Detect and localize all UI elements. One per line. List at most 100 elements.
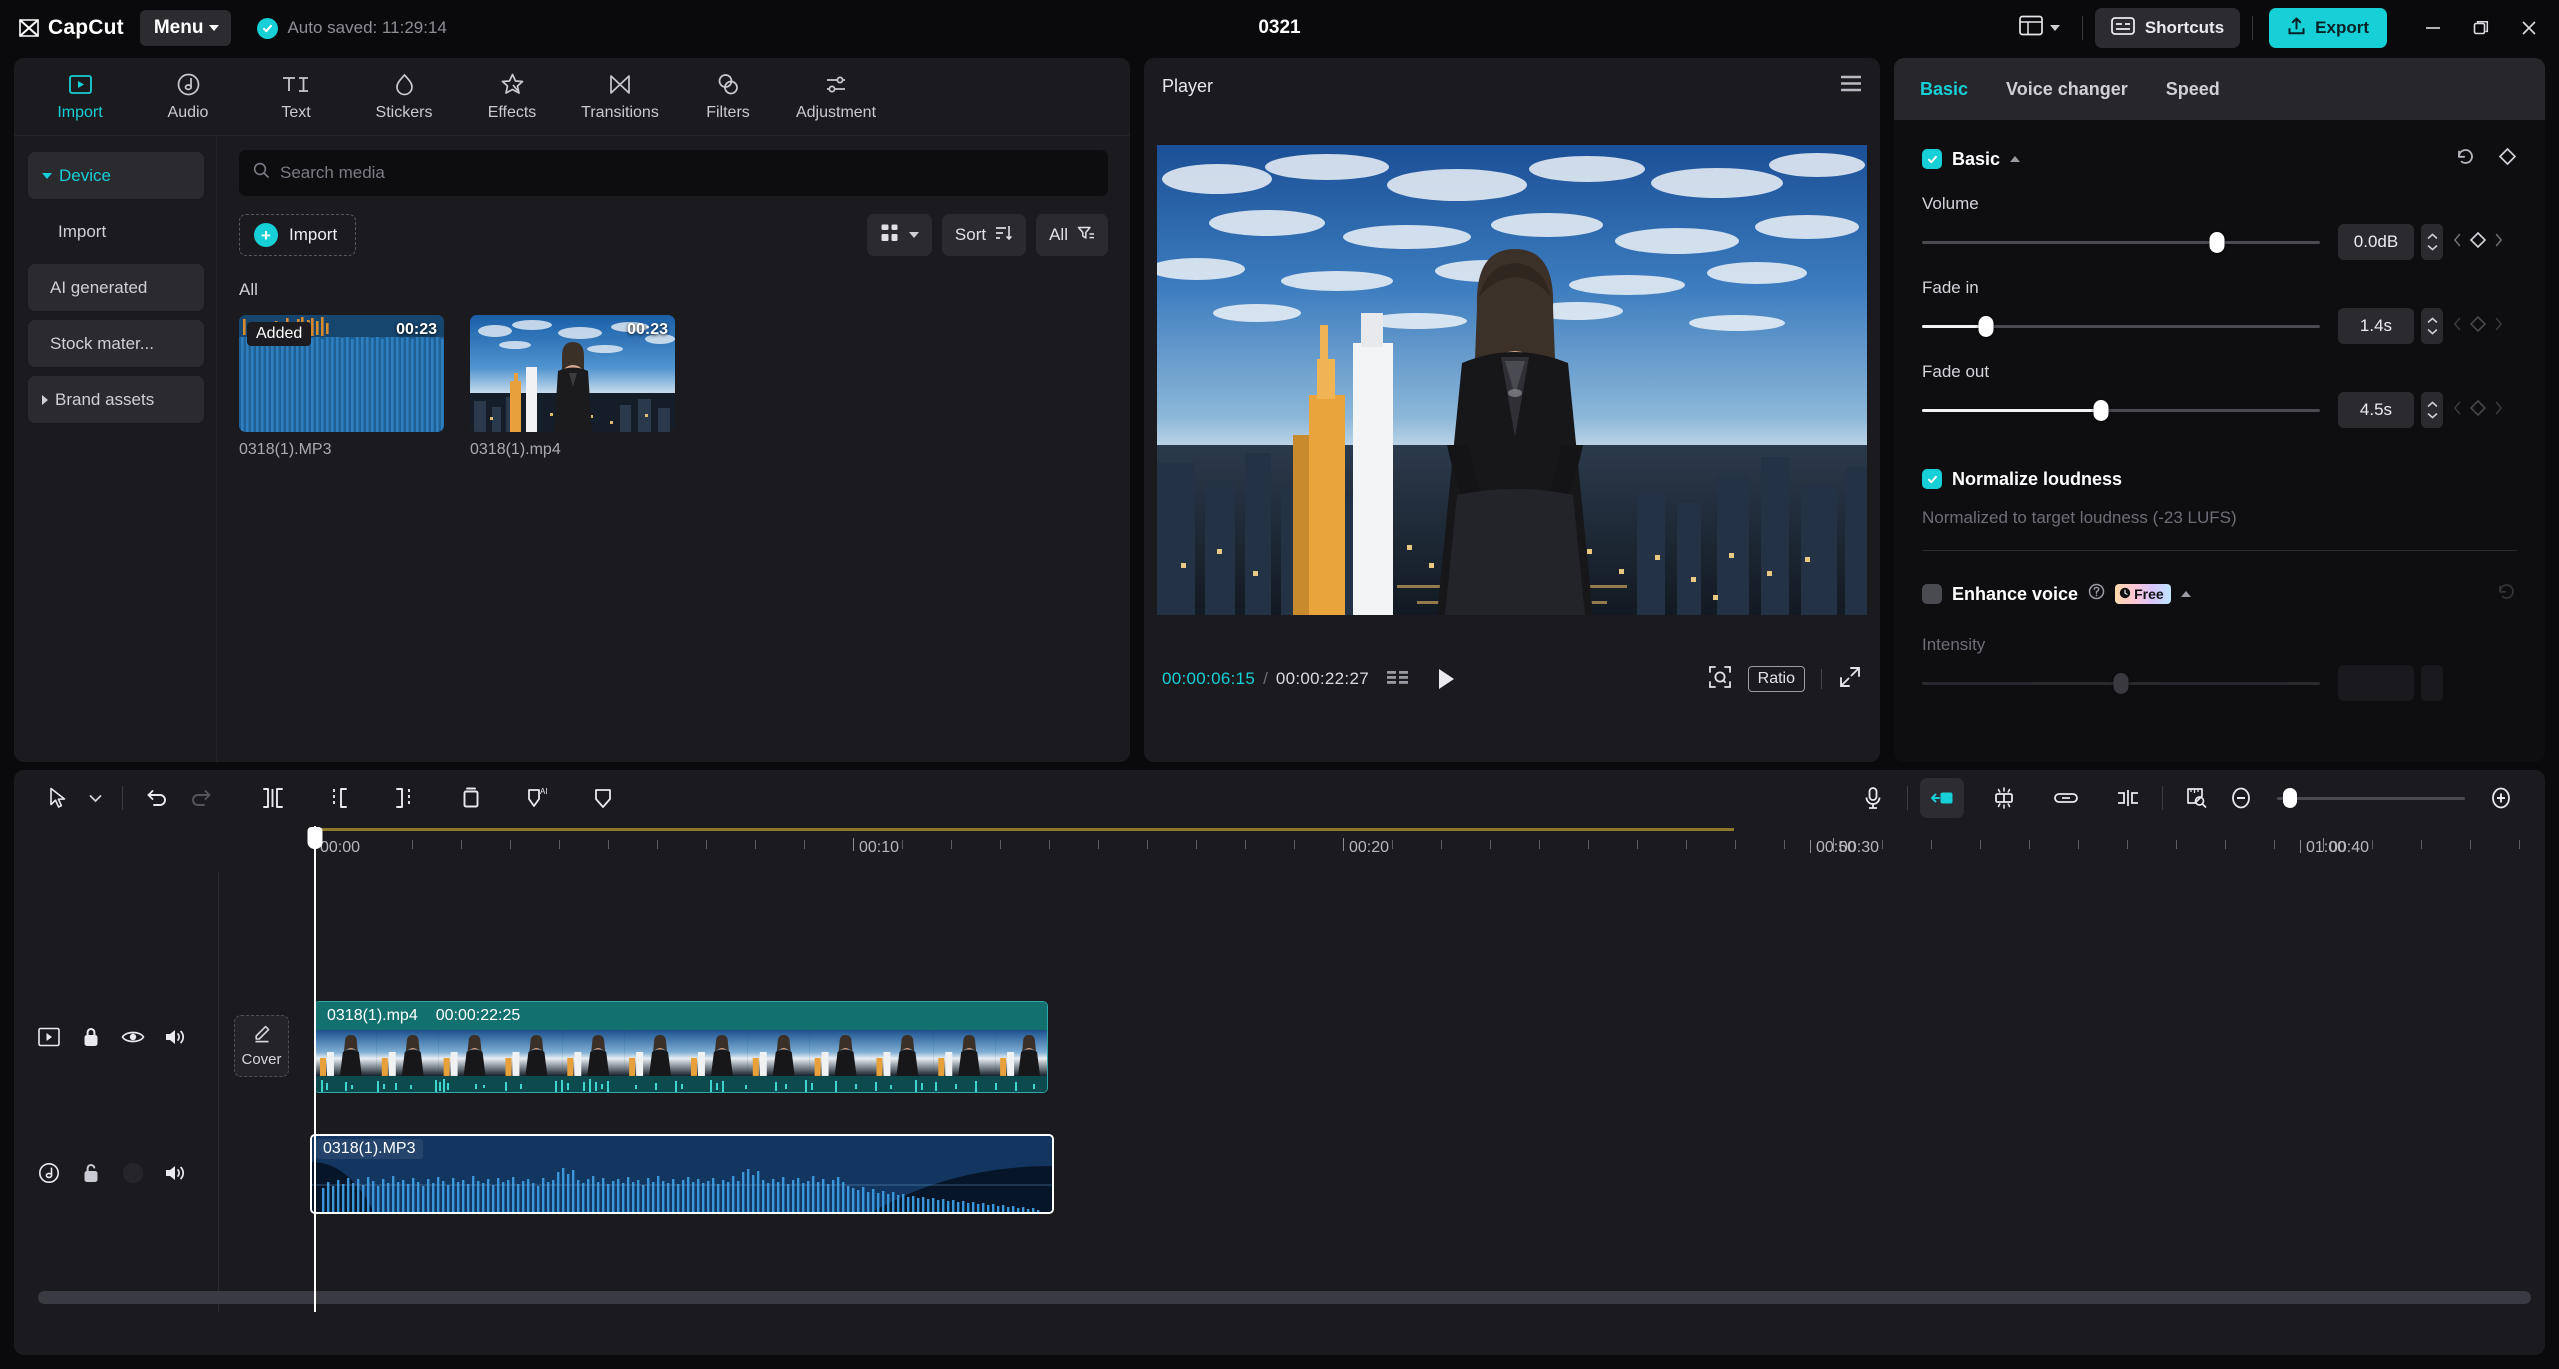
chevron-down-icon[interactable] bbox=[80, 778, 110, 818]
fade-out-slider[interactable] bbox=[1922, 399, 2320, 421]
sidebar-item-stock-materials[interactable]: Stock mater... bbox=[28, 320, 204, 367]
speaker-icon[interactable] bbox=[162, 1160, 188, 1186]
keyframe-next-icon[interactable] bbox=[2494, 401, 2503, 420]
speaker-icon[interactable] bbox=[162, 1024, 188, 1050]
undo-icon[interactable] bbox=[135, 778, 179, 818]
intensity-stepper[interactable] bbox=[2421, 665, 2443, 701]
timeline-clip-video[interactable]: 0318(1).mp4 00:00:22:25 bbox=[314, 1001, 1048, 1093]
tab-stickers[interactable]: Stickers bbox=[352, 64, 456, 130]
play-button[interactable] bbox=[1437, 668, 1456, 690]
fade-in-stepper[interactable] bbox=[2421, 308, 2443, 344]
grid-view-button[interactable] bbox=[866, 214, 932, 256]
chevron-up-icon[interactable] bbox=[2010, 156, 2021, 162]
keyframe-next-icon[interactable] bbox=[2494, 317, 2503, 336]
tab-effects[interactable]: Effects bbox=[460, 64, 564, 130]
import-media-button[interactable]: + Import bbox=[239, 214, 357, 256]
lock-icon[interactable] bbox=[78, 1160, 104, 1186]
sort-button[interactable]: Sort bbox=[941, 214, 1027, 256]
reset-icon[interactable] bbox=[2496, 581, 2517, 607]
timeline-horizontal-scrollbar[interactable] bbox=[38, 1291, 2531, 1304]
fade-in-value-input[interactable]: 1.4s bbox=[2338, 308, 2414, 344]
keyframe-diamond-icon[interactable] bbox=[2469, 315, 2487, 338]
redo-icon[interactable] bbox=[179, 778, 223, 818]
filter-button[interactable]: All bbox=[1036, 214, 1108, 256]
tab-filters[interactable]: Filters bbox=[676, 64, 780, 130]
split-icon[interactable] bbox=[251, 778, 295, 818]
ruler-zoom-icon[interactable] bbox=[2175, 778, 2219, 818]
tab-import[interactable]: Import bbox=[28, 64, 132, 130]
layout-switcher-button[interactable] bbox=[2009, 9, 2070, 47]
timeline-zoom-slider[interactable] bbox=[2277, 788, 2465, 808]
export-button[interactable]: Export bbox=[2269, 8, 2387, 48]
tab-basic[interactable]: Basic bbox=[1920, 79, 1968, 100]
sidebar-item-import[interactable]: Import bbox=[28, 208, 204, 255]
microphone-icon[interactable] bbox=[1851, 778, 1895, 818]
delete-trash-icon[interactable] bbox=[449, 778, 493, 818]
shortcuts-button[interactable]: Shortcuts bbox=[2094, 8, 2241, 48]
ai-mask-icon[interactable]: AI bbox=[515, 778, 559, 818]
ratio-button[interactable]: Ratio bbox=[1747, 666, 1805, 692]
chevron-up-icon[interactable] bbox=[2180, 591, 2191, 597]
split-marker-icon[interactable] bbox=[2106, 778, 2150, 818]
fade-in-slider[interactable] bbox=[1922, 315, 2320, 337]
tab-speed[interactable]: Speed bbox=[2166, 79, 2220, 100]
keyframe-next-icon[interactable] bbox=[2494, 233, 2503, 252]
trim-right-icon[interactable] bbox=[383, 778, 427, 818]
select-pointer-icon[interactable] bbox=[36, 778, 80, 818]
restore-button[interactable] bbox=[2457, 8, 2505, 48]
basic-enable-checkbox[interactable] bbox=[1922, 149, 1942, 169]
playhead-line[interactable] bbox=[314, 826, 316, 1312]
mask-icon[interactable] bbox=[581, 778, 625, 818]
search-input[interactable]: Search media bbox=[239, 150, 1108, 196]
tab-transitions[interactable]: Transitions bbox=[568, 64, 672, 130]
zoom-in-icon[interactable] bbox=[2479, 778, 2523, 818]
audio-note-icon[interactable] bbox=[36, 1160, 62, 1186]
enhance-voice-checkbox[interactable] bbox=[1922, 584, 1942, 604]
keyframe-prev-icon[interactable] bbox=[2453, 233, 2462, 252]
slider-knob[interactable] bbox=[2209, 231, 2225, 253]
track-preview-icon[interactable] bbox=[36, 1024, 62, 1050]
link-icon[interactable] bbox=[2044, 778, 2088, 818]
tab-audio[interactable]: Audio bbox=[136, 64, 240, 130]
keyframe-diamond-icon[interactable] bbox=[2469, 231, 2487, 254]
help-icon[interactable] bbox=[2088, 583, 2105, 605]
volume-stepper[interactable] bbox=[2421, 224, 2443, 260]
intensity-value-input[interactable] bbox=[2338, 665, 2414, 701]
media-item-video[interactable]: 00:23 0318(1).mp4 bbox=[470, 315, 675, 459]
player-current-time[interactable]: 00:00:06:15 bbox=[1162, 669, 1255, 689]
auto-adjust-icon[interactable] bbox=[1982, 778, 2026, 818]
eye-icon[interactable] bbox=[120, 1024, 146, 1050]
fullscreen-icon[interactable] bbox=[1838, 665, 1862, 694]
sidebar-item-device[interactable]: Device bbox=[28, 152, 204, 199]
cover-button[interactable]: Cover bbox=[234, 1015, 289, 1077]
media-item-audio[interactable]: Added 00:23 0318(1).MP3 bbox=[239, 315, 444, 459]
minimize-button[interactable] bbox=[2409, 8, 2457, 48]
slider-knob[interactable] bbox=[1978, 315, 1994, 337]
reset-icon[interactable] bbox=[2455, 146, 2476, 172]
lock-icon[interactable] bbox=[78, 1024, 104, 1050]
tab-voice-changer[interactable]: Voice changer bbox=[2006, 79, 2128, 100]
volume-value-input[interactable]: 0.0dB bbox=[2338, 224, 2414, 260]
volume-slider[interactable] bbox=[1922, 231, 2320, 253]
intensity-slider[interactable] bbox=[1922, 672, 2320, 694]
keyframe-prev-icon[interactable] bbox=[2453, 317, 2462, 336]
video-preview[interactable] bbox=[1157, 145, 1867, 615]
slider-knob[interactable] bbox=[2093, 399, 2109, 421]
tab-adjustment[interactable]: Adjustment bbox=[784, 64, 888, 130]
zoom-out-icon[interactable] bbox=[2219, 778, 2263, 818]
fade-out-value-input[interactable]: 4.5s bbox=[2338, 392, 2414, 428]
normalize-loudness-checkbox[interactable] bbox=[1922, 469, 1942, 489]
timeline-clip-audio[interactable]: 0318(1).MP3 bbox=[310, 1134, 1054, 1214]
timeline-ruler[interactable]: 00:00 00:10 00:20 00:30 00:40 bbox=[220, 826, 2545, 872]
slider-knob[interactable] bbox=[2113, 672, 2129, 694]
trim-left-icon[interactable] bbox=[317, 778, 361, 818]
tab-text[interactable]: Text bbox=[244, 64, 348, 130]
hamburger-icon[interactable] bbox=[1840, 75, 1862, 97]
keyframe-prev-icon[interactable] bbox=[2453, 401, 2462, 420]
menu-button[interactable]: Menu bbox=[139, 10, 232, 46]
sidebar-item-ai-generated[interactable]: AI generated bbox=[28, 264, 204, 311]
magnetic-snap-icon[interactable] bbox=[1920, 778, 1964, 818]
keyframe-diamond-icon[interactable] bbox=[2469, 399, 2487, 422]
close-button[interactable] bbox=[2505, 8, 2553, 48]
sidebar-item-brand-assets[interactable]: Brand assets bbox=[28, 376, 204, 423]
